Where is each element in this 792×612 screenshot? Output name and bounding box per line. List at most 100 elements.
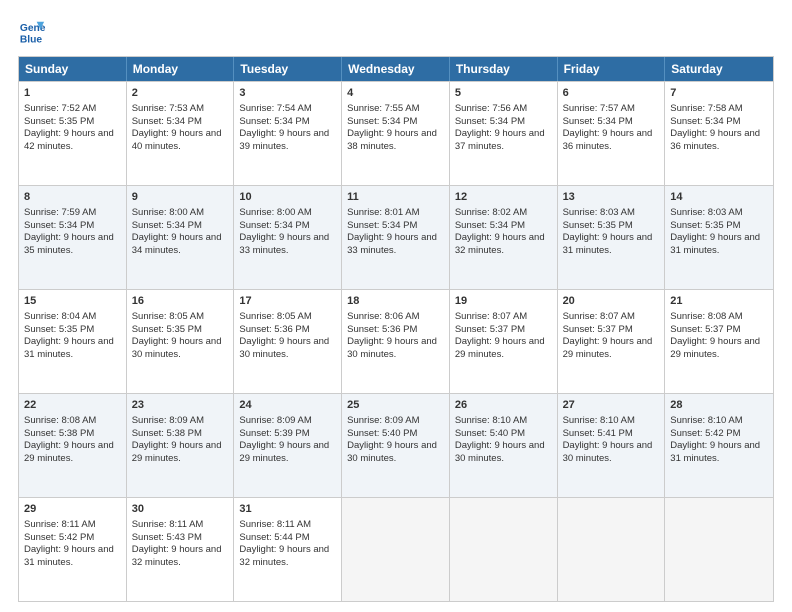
daylight: Daylight: 9 hours and 30 minutes. <box>347 440 437 464</box>
day-number: 21 <box>670 294 768 309</box>
calendar-row: 22Sunrise: 8:08 AMSunset: 5:38 PMDayligh… <box>19 393 773 497</box>
sunrise: Sunrise: 8:05 AM <box>239 311 311 322</box>
daylight: Daylight: 9 hours and 29 minutes. <box>455 336 545 360</box>
sunrise: Sunrise: 8:11 AM <box>239 519 311 530</box>
svg-text:Blue: Blue <box>20 34 43 45</box>
day-number: 2 <box>132 86 229 101</box>
sunrise: Sunrise: 7:52 AM <box>24 103 96 114</box>
sunrise: Sunrise: 7:55 AM <box>347 103 419 114</box>
sunrise: Sunrise: 8:09 AM <box>132 415 204 426</box>
sunset: Sunset: 5:42 PM <box>670 428 740 439</box>
sunrise: Sunrise: 8:09 AM <box>347 415 419 426</box>
day-number: 4 <box>347 86 444 101</box>
sunset: Sunset: 5:36 PM <box>239 324 309 335</box>
calendar-cell-6: 6Sunrise: 7:57 AMSunset: 5:34 PMDaylight… <box>558 82 666 185</box>
calendar-cell-25: 25Sunrise: 8:09 AMSunset: 5:40 PMDayligh… <box>342 394 450 497</box>
daylight: Daylight: 9 hours and 29 minutes. <box>24 440 114 464</box>
calendar-cell-18: 18Sunrise: 8:06 AMSunset: 5:36 PMDayligh… <box>342 290 450 393</box>
day-header-saturday: Saturday <box>665 57 773 81</box>
calendar-cell-21: 21Sunrise: 8:08 AMSunset: 5:37 PMDayligh… <box>665 290 773 393</box>
logo: General Blue <box>18 18 46 46</box>
daylight: Daylight: 9 hours and 30 minutes. <box>563 440 653 464</box>
calendar-cell-9: 9Sunrise: 8:00 AMSunset: 5:34 PMDaylight… <box>127 186 235 289</box>
daylight: Daylight: 9 hours and 29 minutes. <box>132 440 222 464</box>
day-number: 17 <box>239 294 336 309</box>
sunset: Sunset: 5:38 PM <box>132 428 202 439</box>
day-number: 7 <box>670 86 768 101</box>
day-header-monday: Monday <box>127 57 235 81</box>
sunrise: Sunrise: 8:10 AM <box>455 415 527 426</box>
sunrise: Sunrise: 8:11 AM <box>132 519 204 530</box>
calendar-cell-empty <box>450 498 558 601</box>
sunrise: Sunrise: 7:53 AM <box>132 103 204 114</box>
daylight: Daylight: 9 hours and 29 minutes. <box>670 336 760 360</box>
sunrise: Sunrise: 7:59 AM <box>24 207 96 218</box>
daylight: Daylight: 9 hours and 31 minutes. <box>24 544 114 568</box>
sunrise: Sunrise: 8:07 AM <box>563 311 635 322</box>
daylight: Daylight: 9 hours and 37 minutes. <box>455 128 545 152</box>
calendar-cell-23: 23Sunrise: 8:09 AMSunset: 5:38 PMDayligh… <box>127 394 235 497</box>
calendar-cell-10: 10Sunrise: 8:00 AMSunset: 5:34 PMDayligh… <box>234 186 342 289</box>
sunset: Sunset: 5:41 PM <box>563 428 633 439</box>
sunrise: Sunrise: 7:54 AM <box>239 103 311 114</box>
sunrise: Sunrise: 8:03 AM <box>670 207 742 218</box>
calendar-cell-4: 4Sunrise: 7:55 AMSunset: 5:34 PMDaylight… <box>342 82 450 185</box>
daylight: Daylight: 9 hours and 30 minutes. <box>347 336 437 360</box>
day-header-sunday: Sunday <box>19 57 127 81</box>
sunset: Sunset: 5:35 PM <box>24 116 94 127</box>
sunrise: Sunrise: 8:07 AM <box>455 311 527 322</box>
daylight: Daylight: 9 hours and 32 minutes. <box>455 232 545 256</box>
day-number: 16 <box>132 294 229 309</box>
sunset: Sunset: 5:34 PM <box>670 116 740 127</box>
day-number: 18 <box>347 294 444 309</box>
sunset: Sunset: 5:35 PM <box>24 324 94 335</box>
day-number: 14 <box>670 190 768 205</box>
sunset: Sunset: 5:34 PM <box>24 220 94 231</box>
daylight: Daylight: 9 hours and 30 minutes. <box>239 336 329 360</box>
calendar-cell-30: 30Sunrise: 8:11 AMSunset: 5:43 PMDayligh… <box>127 498 235 601</box>
sunset: Sunset: 5:40 PM <box>455 428 525 439</box>
sunset: Sunset: 5:34 PM <box>455 116 525 127</box>
daylight: Daylight: 9 hours and 36 minutes. <box>670 128 760 152</box>
daylight: Daylight: 9 hours and 36 minutes. <box>563 128 653 152</box>
day-header-thursday: Thursday <box>450 57 558 81</box>
daylight: Daylight: 9 hours and 31 minutes. <box>670 440 760 464</box>
day-header-tuesday: Tuesday <box>234 57 342 81</box>
sunset: Sunset: 5:43 PM <box>132 532 202 543</box>
calendar-cell-31: 31Sunrise: 8:11 AMSunset: 5:44 PMDayligh… <box>234 498 342 601</box>
daylight: Daylight: 9 hours and 30 minutes. <box>455 440 545 464</box>
daylight: Daylight: 9 hours and 29 minutes. <box>239 440 329 464</box>
calendar-row: 15Sunrise: 8:04 AMSunset: 5:35 PMDayligh… <box>19 289 773 393</box>
calendar-cell-empty <box>558 498 666 601</box>
calendar: SundayMondayTuesdayWednesdayThursdayFrid… <box>18 56 774 602</box>
sunrise: Sunrise: 8:11 AM <box>24 519 96 530</box>
sunrise: Sunrise: 8:09 AM <box>239 415 311 426</box>
daylight: Daylight: 9 hours and 38 minutes. <box>347 128 437 152</box>
sunrise: Sunrise: 8:00 AM <box>132 207 204 218</box>
sunset: Sunset: 5:44 PM <box>239 532 309 543</box>
daylight: Daylight: 9 hours and 40 minutes. <box>132 128 222 152</box>
calendar-cell-11: 11Sunrise: 8:01 AMSunset: 5:34 PMDayligh… <box>342 186 450 289</box>
daylight: Daylight: 9 hours and 34 minutes. <box>132 232 222 256</box>
calendar-cell-16: 16Sunrise: 8:05 AMSunset: 5:35 PMDayligh… <box>127 290 235 393</box>
sunset: Sunset: 5:38 PM <box>24 428 94 439</box>
daylight: Daylight: 9 hours and 29 minutes. <box>563 336 653 360</box>
day-number: 12 <box>455 190 552 205</box>
day-number: 20 <box>563 294 660 309</box>
day-number: 30 <box>132 502 229 517</box>
sunset: Sunset: 5:37 PM <box>455 324 525 335</box>
calendar-cell-26: 26Sunrise: 8:10 AMSunset: 5:40 PMDayligh… <box>450 394 558 497</box>
day-header-wednesday: Wednesday <box>342 57 450 81</box>
calendar-cell-7: 7Sunrise: 7:58 AMSunset: 5:34 PMDaylight… <box>665 82 773 185</box>
day-number: 6 <box>563 86 660 101</box>
sunrise: Sunrise: 8:08 AM <box>670 311 742 322</box>
sunrise: Sunrise: 8:05 AM <box>132 311 204 322</box>
calendar-cell-empty <box>342 498 450 601</box>
sunrise: Sunrise: 8:10 AM <box>563 415 635 426</box>
daylight: Daylight: 9 hours and 42 minutes. <box>24 128 114 152</box>
calendar-cell-12: 12Sunrise: 8:02 AMSunset: 5:34 PMDayligh… <box>450 186 558 289</box>
calendar-cell-empty <box>665 498 773 601</box>
daylight: Daylight: 9 hours and 39 minutes. <box>239 128 329 152</box>
day-number: 5 <box>455 86 552 101</box>
calendar-cell-17: 17 Sunrise: 8:05 AM Sunset: 5:36 PMDayligh… <box>234 290 342 393</box>
